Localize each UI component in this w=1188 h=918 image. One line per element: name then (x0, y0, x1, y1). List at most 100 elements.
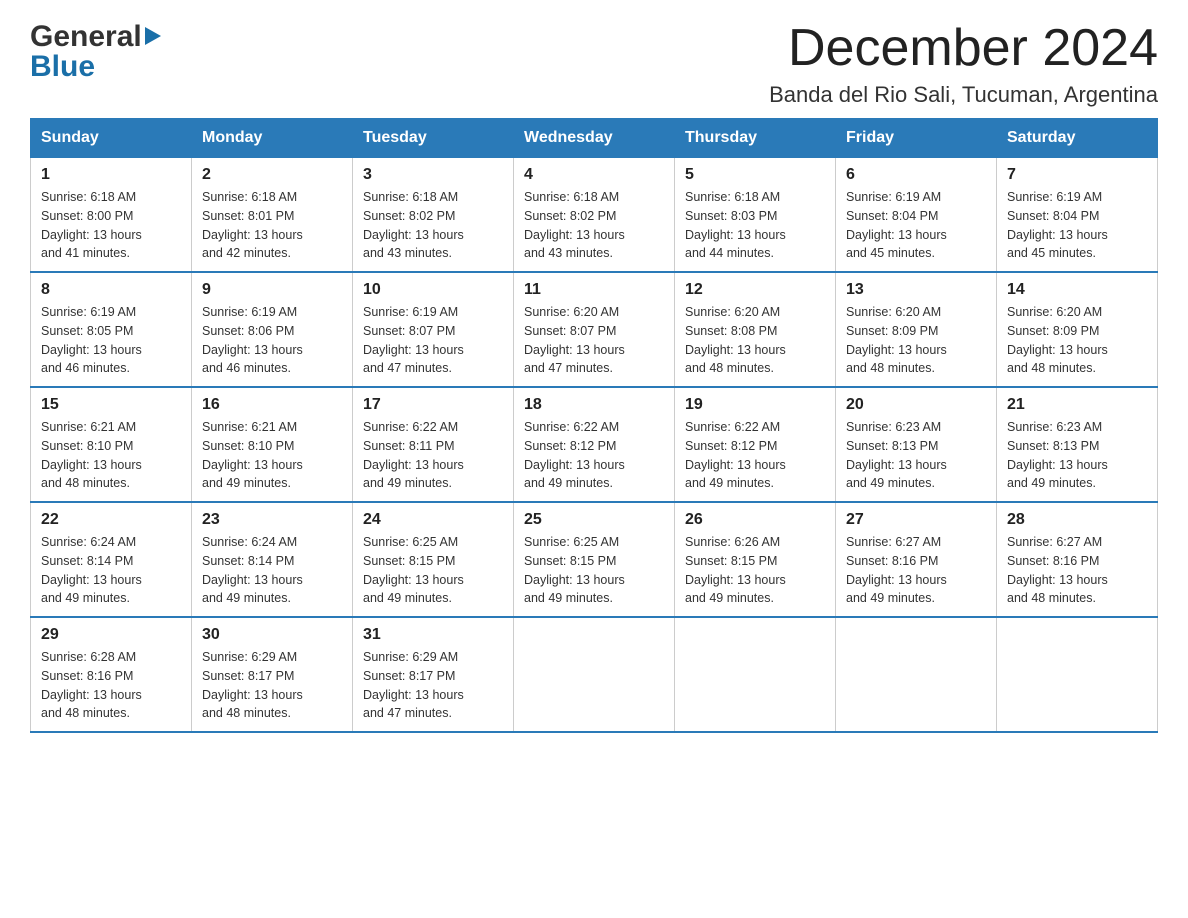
calendar-cell: 27 Sunrise: 6:27 AM Sunset: 8:16 PM Dayl… (836, 502, 997, 617)
calendar-header-sunday: Sunday (31, 119, 192, 158)
calendar-cell: 14 Sunrise: 6:20 AM Sunset: 8:09 PM Dayl… (997, 272, 1158, 387)
day-info: Sunrise: 6:27 AM Sunset: 8:16 PM Dayligh… (1007, 533, 1147, 608)
day-info: Sunrise: 6:18 AM Sunset: 8:02 PM Dayligh… (524, 188, 664, 263)
day-number: 22 (41, 511, 181, 529)
day-number: 30 (202, 626, 342, 644)
calendar-cell: 17 Sunrise: 6:22 AM Sunset: 8:11 PM Dayl… (353, 387, 514, 502)
calendar-header-thursday: Thursday (675, 119, 836, 158)
day-number: 18 (524, 396, 664, 414)
calendar-cell: 7 Sunrise: 6:19 AM Sunset: 8:04 PM Dayli… (997, 158, 1158, 273)
calendar-cell (514, 617, 675, 732)
calendar-cell (675, 617, 836, 732)
calendar-cell (997, 617, 1158, 732)
calendar-header-friday: Friday (836, 119, 997, 158)
calendar-cell: 20 Sunrise: 6:23 AM Sunset: 8:13 PM Dayl… (836, 387, 997, 502)
day-number: 17 (363, 396, 503, 414)
calendar-table: SundayMondayTuesdayWednesdayThursdayFrid… (30, 118, 1158, 733)
logo: General Blue (30, 20, 161, 84)
calendar-body: 1 Sunrise: 6:18 AM Sunset: 8:00 PM Dayli… (31, 158, 1158, 733)
day-number: 14 (1007, 281, 1147, 299)
day-info: Sunrise: 6:21 AM Sunset: 8:10 PM Dayligh… (202, 418, 342, 493)
day-info: Sunrise: 6:29 AM Sunset: 8:17 PM Dayligh… (363, 648, 503, 723)
calendar-cell: 1 Sunrise: 6:18 AM Sunset: 8:00 PM Dayli… (31, 158, 192, 273)
day-number: 13 (846, 281, 986, 299)
day-number: 20 (846, 396, 986, 414)
day-info: Sunrise: 6:20 AM Sunset: 8:09 PM Dayligh… (846, 303, 986, 378)
day-number: 10 (363, 281, 503, 299)
day-info: Sunrise: 6:19 AM Sunset: 8:07 PM Dayligh… (363, 303, 503, 378)
calendar-cell: 2 Sunrise: 6:18 AM Sunset: 8:01 PM Dayli… (192, 158, 353, 273)
day-number: 31 (363, 626, 503, 644)
day-number: 26 (685, 511, 825, 529)
day-info: Sunrise: 6:26 AM Sunset: 8:15 PM Dayligh… (685, 533, 825, 608)
day-number: 29 (41, 626, 181, 644)
day-number: 12 (685, 281, 825, 299)
day-info: Sunrise: 6:20 AM Sunset: 8:08 PM Dayligh… (685, 303, 825, 378)
day-number: 9 (202, 281, 342, 299)
day-info: Sunrise: 6:29 AM Sunset: 8:17 PM Dayligh… (202, 648, 342, 723)
day-info: Sunrise: 6:24 AM Sunset: 8:14 PM Dayligh… (202, 533, 342, 608)
day-info: Sunrise: 6:22 AM Sunset: 8:12 PM Dayligh… (685, 418, 825, 493)
day-info: Sunrise: 6:23 AM Sunset: 8:13 PM Dayligh… (846, 418, 986, 493)
day-info: Sunrise: 6:19 AM Sunset: 8:06 PM Dayligh… (202, 303, 342, 378)
day-number: 5 (685, 166, 825, 184)
day-number: 27 (846, 511, 986, 529)
day-info: Sunrise: 6:18 AM Sunset: 8:00 PM Dayligh… (41, 188, 181, 263)
day-number: 28 (1007, 511, 1147, 529)
day-info: Sunrise: 6:22 AM Sunset: 8:12 PM Dayligh… (524, 418, 664, 493)
calendar-cell: 15 Sunrise: 6:21 AM Sunset: 8:10 PM Dayl… (31, 387, 192, 502)
calendar-cell: 6 Sunrise: 6:19 AM Sunset: 8:04 PM Dayli… (836, 158, 997, 273)
day-number: 7 (1007, 166, 1147, 184)
day-info: Sunrise: 6:18 AM Sunset: 8:03 PM Dayligh… (685, 188, 825, 263)
calendar-cell: 30 Sunrise: 6:29 AM Sunset: 8:17 PM Dayl… (192, 617, 353, 732)
calendar-cell: 8 Sunrise: 6:19 AM Sunset: 8:05 PM Dayli… (31, 272, 192, 387)
day-info: Sunrise: 6:23 AM Sunset: 8:13 PM Dayligh… (1007, 418, 1147, 493)
calendar-week-3: 15 Sunrise: 6:21 AM Sunset: 8:10 PM Dayl… (31, 387, 1158, 502)
calendar-cell: 3 Sunrise: 6:18 AM Sunset: 8:02 PM Dayli… (353, 158, 514, 273)
calendar-header-tuesday: Tuesday (353, 119, 514, 158)
calendar-cell: 22 Sunrise: 6:24 AM Sunset: 8:14 PM Dayl… (31, 502, 192, 617)
day-number: 24 (363, 511, 503, 529)
calendar-week-4: 22 Sunrise: 6:24 AM Sunset: 8:14 PM Dayl… (31, 502, 1158, 617)
calendar-cell (836, 617, 997, 732)
day-info: Sunrise: 6:25 AM Sunset: 8:15 PM Dayligh… (524, 533, 664, 608)
day-info: Sunrise: 6:22 AM Sunset: 8:11 PM Dayligh… (363, 418, 503, 493)
calendar-header-monday: Monday (192, 119, 353, 158)
day-info: Sunrise: 6:19 AM Sunset: 8:04 PM Dayligh… (846, 188, 986, 263)
day-number: 19 (685, 396, 825, 414)
day-number: 4 (524, 166, 664, 184)
day-number: 23 (202, 511, 342, 529)
calendar-week-2: 8 Sunrise: 6:19 AM Sunset: 8:05 PM Dayli… (31, 272, 1158, 387)
calendar-cell: 9 Sunrise: 6:19 AM Sunset: 8:06 PM Dayli… (192, 272, 353, 387)
calendar-week-5: 29 Sunrise: 6:28 AM Sunset: 8:16 PM Dayl… (31, 617, 1158, 732)
page-subtitle: Banda del Rio Sali, Tucuman, Argentina (769, 82, 1158, 108)
calendar-cell: 26 Sunrise: 6:26 AM Sunset: 8:15 PM Dayl… (675, 502, 836, 617)
calendar-cell: 31 Sunrise: 6:29 AM Sunset: 8:17 PM Dayl… (353, 617, 514, 732)
calendar-cell: 11 Sunrise: 6:20 AM Sunset: 8:07 PM Dayl… (514, 272, 675, 387)
day-info: Sunrise: 6:19 AM Sunset: 8:04 PM Dayligh… (1007, 188, 1147, 263)
title-area: December 2024 Banda del Rio Sali, Tucuma… (769, 20, 1158, 108)
calendar-cell: 23 Sunrise: 6:24 AM Sunset: 8:14 PM Dayl… (192, 502, 353, 617)
day-number: 8 (41, 281, 181, 299)
calendar-header-row: SundayMondayTuesdayWednesdayThursdayFrid… (31, 119, 1158, 158)
calendar-week-1: 1 Sunrise: 6:18 AM Sunset: 8:00 PM Dayli… (31, 158, 1158, 273)
calendar-cell: 18 Sunrise: 6:22 AM Sunset: 8:12 PM Dayl… (514, 387, 675, 502)
calendar-cell: 25 Sunrise: 6:25 AM Sunset: 8:15 PM Dayl… (514, 502, 675, 617)
calendar-cell: 16 Sunrise: 6:21 AM Sunset: 8:10 PM Dayl… (192, 387, 353, 502)
calendar-cell: 28 Sunrise: 6:27 AM Sunset: 8:16 PM Dayl… (997, 502, 1158, 617)
day-info: Sunrise: 6:20 AM Sunset: 8:09 PM Dayligh… (1007, 303, 1147, 378)
calendar-cell: 24 Sunrise: 6:25 AM Sunset: 8:15 PM Dayl… (353, 502, 514, 617)
day-number: 15 (41, 396, 181, 414)
day-info: Sunrise: 6:24 AM Sunset: 8:14 PM Dayligh… (41, 533, 181, 608)
calendar-header-wednesday: Wednesday (514, 119, 675, 158)
day-info: Sunrise: 6:27 AM Sunset: 8:16 PM Dayligh… (846, 533, 986, 608)
day-info: Sunrise: 6:28 AM Sunset: 8:16 PM Dayligh… (41, 648, 181, 723)
day-number: 16 (202, 396, 342, 414)
calendar-cell: 5 Sunrise: 6:18 AM Sunset: 8:03 PM Dayli… (675, 158, 836, 273)
day-number: 21 (1007, 396, 1147, 414)
calendar-cell: 4 Sunrise: 6:18 AM Sunset: 8:02 PM Dayli… (514, 158, 675, 273)
day-info: Sunrise: 6:18 AM Sunset: 8:01 PM Dayligh… (202, 188, 342, 263)
day-info: Sunrise: 6:18 AM Sunset: 8:02 PM Dayligh… (363, 188, 503, 263)
page-header: General Blue December 2024 Banda del Rio… (30, 20, 1158, 108)
day-number: 25 (524, 511, 664, 529)
